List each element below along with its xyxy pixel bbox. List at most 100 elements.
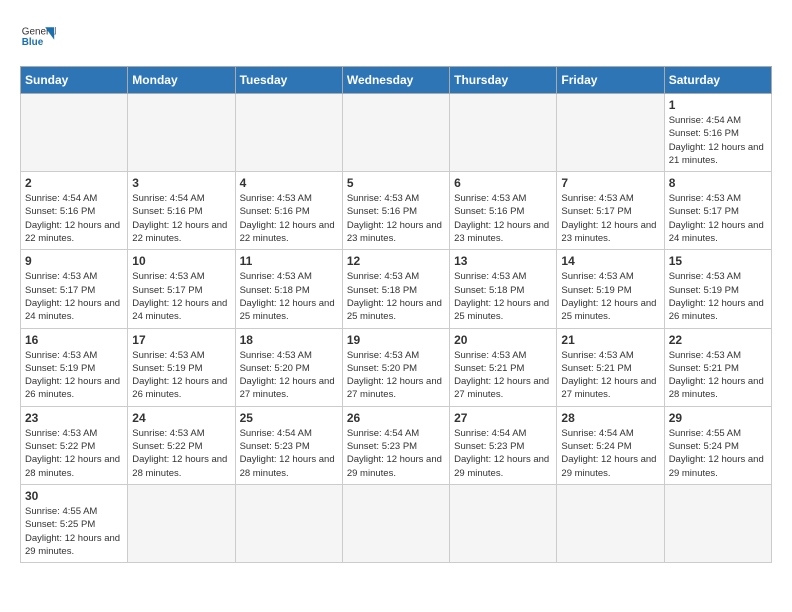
calendar-cell-3-3: 19Sunrise: 4:53 AM Sunset: 5:20 PM Dayli…	[342, 328, 449, 406]
day-number: 22	[669, 333, 767, 347]
day-number: 12	[347, 254, 445, 268]
calendar-cell-4-5: 28 Sunrise: 4:54 AM Sunset: 5:24 PM Dayli…	[557, 406, 664, 484]
day-info: Sunrise: 4:53 AM Sunset: 5:21 PM Dayligh…	[454, 349, 552, 402]
day-number: 21	[561, 333, 659, 347]
calendar-cell-4-2: 25Sunrise: 4:54 AM Sunset: 5:23 PM Dayli…	[235, 406, 342, 484]
header: General Blue	[20, 20, 772, 56]
calendar-cell-2-2: 11 Sunrise: 4:53 AM Sunset: 5:18 PM Dayli…	[235, 250, 342, 328]
week-row-1: 2 Sunrise: 4:54 AM Sunset: 5:16 PM Daylig…	[21, 172, 772, 250]
day-number: 13	[454, 254, 552, 268]
calendar-cell-2-4: 13 Sunrise: 4:53 AM Sunset: 5:18 PM Dayli…	[450, 250, 557, 328]
day-info: Sunrise: 4:53 AM Sunset: 5:17 PM Dayligh…	[561, 192, 659, 245]
day-info: Sunrise: 4:53 AM Sunset: 5:16 PM Dayligh…	[240, 192, 338, 245]
calendar-cell-4-6: 29 Sunrise: 4:55 AM Sunset: 5:24 PM Dayli…	[664, 406, 771, 484]
calendar-cell-1-2: 4 Sunrise: 4:53 AM Sunset: 5:16 PM Daylig…	[235, 172, 342, 250]
calendar-cell-4-3: 26Sunrise: 4:54 AM Sunset: 5:23 PM Dayli…	[342, 406, 449, 484]
calendar-cell-1-3: 5 Sunrise: 4:53 AM Sunset: 5:16 PM Daylig…	[342, 172, 449, 250]
weekday-header-tuesday: Tuesday	[235, 67, 342, 94]
day-number: 20	[454, 333, 552, 347]
day-info: Sunrise: 4:53 AM Sunset: 5:20 PM Dayligh…	[347, 349, 445, 402]
day-info: Sunrise: 4:53 AM Sunset: 5:20 PM Dayligh…	[240, 349, 338, 402]
calendar-cell-1-4: 6Sunrise: 4:53 AM Sunset: 5:16 PM Daylig…	[450, 172, 557, 250]
calendar-cell-2-5: 14Sunrise: 4:53 AM Sunset: 5:19 PM Dayli…	[557, 250, 664, 328]
calendar-cell-0-1	[128, 94, 235, 172]
day-number: 17	[132, 333, 230, 347]
calendar-cell-0-0	[21, 94, 128, 172]
day-info: Sunrise: 4:53 AM Sunset: 5:19 PM Dayligh…	[132, 349, 230, 402]
weekday-header-wednesday: Wednesday	[342, 67, 449, 94]
week-row-5: 30 Sunrise: 4:55 AM Sunset: 5:25 PM Dayli…	[21, 484, 772, 562]
day-number: 28	[561, 411, 659, 425]
day-info: Sunrise: 4:53 AM Sunset: 5:19 PM Dayligh…	[669, 270, 767, 323]
weekday-header-sunday: Sunday	[21, 67, 128, 94]
day-info: Sunrise: 4:54 AM Sunset: 5:16 PM Dayligh…	[132, 192, 230, 245]
calendar-cell-1-5: 7 Sunrise: 4:53 AM Sunset: 5:17 PM Daylig…	[557, 172, 664, 250]
day-number: 7	[561, 176, 659, 190]
day-info: Sunrise: 4:53 AM Sunset: 5:18 PM Dayligh…	[347, 270, 445, 323]
logo-icon: General Blue	[20, 20, 56, 56]
day-number: 18	[240, 333, 338, 347]
day-number: 29	[669, 411, 767, 425]
week-row-4: 23 Sunrise: 4:53 AM Sunset: 5:22 PM Dayli…	[21, 406, 772, 484]
weekday-header-thursday: Thursday	[450, 67, 557, 94]
day-number: 1	[669, 98, 767, 112]
day-info: Sunrise: 4:53 AM Sunset: 5:17 PM Dayligh…	[669, 192, 767, 245]
day-info: Sunrise: 4:54 AM Sunset: 5:23 PM Dayligh…	[347, 427, 445, 480]
calendar-cell-3-5: 21Sunrise: 4:53 AM Sunset: 5:21 PM Dayli…	[557, 328, 664, 406]
day-info: Sunrise: 4:53 AM Sunset: 5:19 PM Dayligh…	[25, 349, 123, 402]
week-row-0: 1 Sunrise: 4:54 AM Sunset: 5:16 PM Daylig…	[21, 94, 772, 172]
calendar-cell-1-1: 3 Sunrise: 4:54 AM Sunset: 5:16 PM Daylig…	[128, 172, 235, 250]
calendar-cell-4-0: 23 Sunrise: 4:53 AM Sunset: 5:22 PM Dayli…	[21, 406, 128, 484]
weekday-header-saturday: Saturday	[664, 67, 771, 94]
calendar-cell-3-0: 16 Sunrise: 4:53 AM Sunset: 5:19 PM Dayli…	[21, 328, 128, 406]
day-info: Sunrise: 4:55 AM Sunset: 5:25 PM Dayligh…	[25, 505, 123, 558]
calendar-cell-2-1: 10 Sunrise: 4:53 AM Sunset: 5:17 PM Dayli…	[128, 250, 235, 328]
calendar-cell-5-2	[235, 484, 342, 562]
day-info: Sunrise: 4:53 AM Sunset: 5:18 PM Dayligh…	[454, 270, 552, 323]
day-number: 25	[240, 411, 338, 425]
day-number: 11	[240, 254, 338, 268]
calendar-cell-4-4: 27 Sunrise: 4:54 AM Sunset: 5:23 PM Dayli…	[450, 406, 557, 484]
day-info: Sunrise: 4:53 AM Sunset: 5:18 PM Dayligh…	[240, 270, 338, 323]
day-number: 9	[25, 254, 123, 268]
calendar-cell-2-6: 15 Sunrise: 4:53 AM Sunset: 5:19 PM Dayli…	[664, 250, 771, 328]
day-info: Sunrise: 4:53 AM Sunset: 5:21 PM Dayligh…	[669, 349, 767, 402]
day-number: 16	[25, 333, 123, 347]
weekday-header-row: SundayMondayTuesdayWednesdayThursdayFrid…	[21, 67, 772, 94]
calendar-cell-5-5	[557, 484, 664, 562]
calendar-cell-5-3	[342, 484, 449, 562]
calendar-cell-2-3: 12 Sunrise: 4:53 AM Sunset: 5:18 PM Dayli…	[342, 250, 449, 328]
day-number: 2	[25, 176, 123, 190]
calendar-cell-5-6	[664, 484, 771, 562]
calendar-cell-0-3	[342, 94, 449, 172]
day-number: 24	[132, 411, 230, 425]
day-number: 10	[132, 254, 230, 268]
weekday-header-monday: Monday	[128, 67, 235, 94]
day-info: Sunrise: 4:53 AM Sunset: 5:16 PM Dayligh…	[347, 192, 445, 245]
day-number: 30	[25, 489, 123, 503]
day-info: Sunrise: 4:54 AM Sunset: 5:16 PM Dayligh…	[25, 192, 123, 245]
day-info: Sunrise: 4:54 AM Sunset: 5:24 PM Dayligh…	[561, 427, 659, 480]
day-info: Sunrise: 4:54 AM Sunset: 5:23 PM Dayligh…	[454, 427, 552, 480]
day-number: 23	[25, 411, 123, 425]
day-info: Sunrise: 4:53 AM Sunset: 5:17 PM Dayligh…	[132, 270, 230, 323]
day-number: 3	[132, 176, 230, 190]
calendar-cell-0-2	[235, 94, 342, 172]
day-info: Sunrise: 4:55 AM Sunset: 5:24 PM Dayligh…	[669, 427, 767, 480]
calendar-cell-5-4	[450, 484, 557, 562]
calendar-cell-4-1: 24Sunrise: 4:53 AM Sunset: 5:22 PM Dayli…	[128, 406, 235, 484]
calendar-cell-3-4: 20 Sunrise: 4:53 AM Sunset: 5:21 PM Dayli…	[450, 328, 557, 406]
day-info: Sunrise: 4:53 AM Sunset: 5:19 PM Dayligh…	[561, 270, 659, 323]
day-number: 27	[454, 411, 552, 425]
svg-text:Blue: Blue	[22, 37, 44, 48]
calendar-cell-0-4	[450, 94, 557, 172]
day-info: Sunrise: 4:53 AM Sunset: 5:22 PM Dayligh…	[25, 427, 123, 480]
day-info: Sunrise: 4:54 AM Sunset: 5:16 PM Dayligh…	[669, 114, 767, 167]
day-info: Sunrise: 4:53 AM Sunset: 5:17 PM Dayligh…	[25, 270, 123, 323]
day-number: 5	[347, 176, 445, 190]
calendar-cell-1-0: 2 Sunrise: 4:54 AM Sunset: 5:16 PM Daylig…	[21, 172, 128, 250]
day-number: 4	[240, 176, 338, 190]
day-info: Sunrise: 4:53 AM Sunset: 5:16 PM Dayligh…	[454, 192, 552, 245]
calendar-table: SundayMondayTuesdayWednesdayThursdayFrid…	[20, 66, 772, 563]
day-number: 15	[669, 254, 767, 268]
